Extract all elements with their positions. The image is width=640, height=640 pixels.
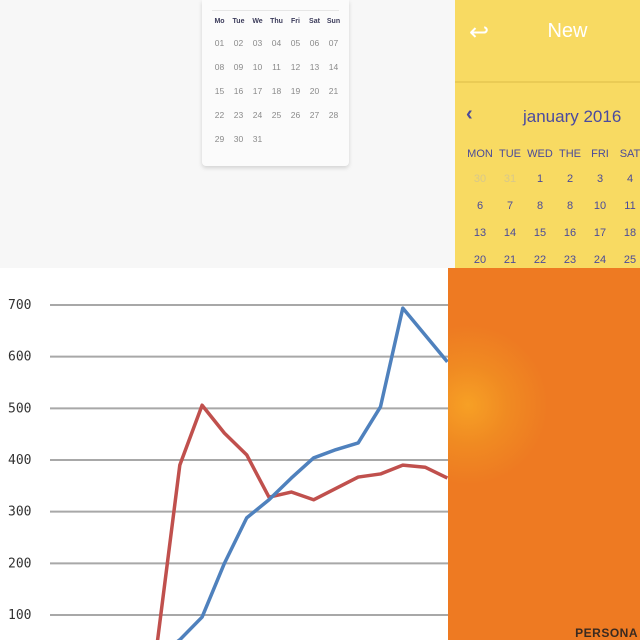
day-cell[interactable]: 21 xyxy=(495,254,525,268)
weekday-header: Sat xyxy=(309,18,320,25)
day-cell[interactable]: 8 xyxy=(525,200,555,227)
day-cell[interactable]: 1 xyxy=(525,173,555,200)
day-cell[interactable]: 08 xyxy=(210,62,229,86)
divider xyxy=(212,10,339,11)
day-cell[interactable]: 22 xyxy=(210,110,229,134)
day-cell[interactable]: 07 xyxy=(324,38,343,62)
y-tick-label: 500 xyxy=(8,401,31,416)
day-cell[interactable]: 11 xyxy=(615,200,640,227)
day-cell[interactable]: 02 xyxy=(229,38,248,62)
series-line-1 xyxy=(176,306,448,640)
day-cell[interactable]: 01 xyxy=(210,38,229,62)
day-cell[interactable]: 17 xyxy=(248,86,267,110)
y-tick-label: 600 xyxy=(8,350,31,365)
day-cell[interactable]: 10 xyxy=(585,200,615,227)
day-cell[interactable]: 11 xyxy=(267,62,286,86)
weekday-header: Thu xyxy=(270,18,283,25)
day-cell[interactable]: 27 xyxy=(305,110,324,134)
day-cell[interactable]: 16 xyxy=(229,86,248,110)
weekday-header: We xyxy=(252,18,263,25)
day-cell[interactable]: 09 xyxy=(229,62,248,86)
day-cell[interactable]: 29 xyxy=(210,134,229,158)
day-cell[interactable]: 25 xyxy=(267,110,286,134)
weekday-header: THE xyxy=(559,148,581,160)
day-cell[interactable]: 16 xyxy=(555,227,585,254)
day-cell[interactable]: 28 xyxy=(324,110,343,134)
day-cell[interactable]: 04 xyxy=(267,38,286,62)
day-cell[interactable]: 25 xyxy=(615,254,640,268)
day-cell[interactable]: 10 xyxy=(248,62,267,86)
background-panel: Mo Tue We Thu Fri Sat Sun 01 02 03 04 05 06 07 08 09 10 1… xyxy=(0,0,455,268)
weekday-header: Fri xyxy=(291,18,300,25)
yellow-calendar: ↩ New ‹ january 2016 MON TUE WED THE FRI SAT 3… xyxy=(455,0,640,268)
mini-calendar: Mo Tue We Thu Fri Sat Sun 01 02 03 04 05 06 07 08 09 10 1… xyxy=(202,0,349,166)
weekday-header: Tue xyxy=(232,18,245,25)
weekday-header: Mo xyxy=(214,18,225,25)
line-chart: 100 200 300 400 500 600 700 xyxy=(0,268,448,640)
weekday-header: FRI xyxy=(591,148,609,160)
brand-logo: PERSONA xyxy=(575,626,638,640)
day-cell[interactable]: 2 xyxy=(555,173,585,200)
day-cell[interactable]: 23 xyxy=(229,110,248,134)
day-cell[interactable]: 18 xyxy=(615,227,640,254)
day-cell[interactable]: 20 xyxy=(305,86,324,110)
day-cell[interactable]: 23 xyxy=(555,254,585,268)
header-title: New xyxy=(547,20,588,42)
day-cell[interactable]: 18 xyxy=(267,86,286,110)
day-cell[interactable]: 15 xyxy=(210,86,229,110)
day-cell[interactable]: 06 xyxy=(305,38,324,62)
day-cell[interactable]: 24 xyxy=(248,110,267,134)
day-cell[interactable]: 19 xyxy=(286,86,305,110)
y-tick-label: 400 xyxy=(8,453,31,468)
weekday-header: MON xyxy=(467,148,493,160)
day-cell[interactable]: 12 xyxy=(286,62,305,86)
day-cell[interactable]: 22 xyxy=(525,254,555,268)
day-cell[interactable]: 20 xyxy=(465,254,495,268)
y-tick-label: 300 xyxy=(8,505,31,520)
day-cell[interactable]: 14 xyxy=(495,227,525,254)
weekday-header: TUE xyxy=(499,148,521,160)
day-cell[interactable]: 30 xyxy=(465,173,495,200)
day-cell[interactable]: 03 xyxy=(248,38,267,62)
weekday-header: Sun xyxy=(326,18,341,25)
month-label: january 2016 xyxy=(523,107,622,126)
day-cell[interactable]: 31 xyxy=(495,173,525,200)
y-tick-label: 100 xyxy=(8,608,31,623)
weekday-header: SAT xyxy=(619,148,640,160)
day-cell[interactable]: 24 xyxy=(585,254,615,268)
orange-panel: PERSONA xyxy=(448,268,640,640)
day-cell[interactable]: 30 xyxy=(229,134,248,158)
day-cell[interactable]: 26 xyxy=(286,110,305,134)
y-tick-label: 200 xyxy=(8,556,31,571)
day-cell[interactable]: 6 xyxy=(465,200,495,227)
day-cell[interactable]: 21 xyxy=(324,86,343,110)
day-cell[interactable]: 15 xyxy=(525,227,555,254)
day-cell[interactable]: 05 xyxy=(286,38,305,62)
day-cell[interactable]: 4 xyxy=(615,173,640,200)
day-cell[interactable]: 13 xyxy=(465,227,495,254)
day-cell[interactable]: 3 xyxy=(585,173,615,200)
series-line-0 xyxy=(155,403,448,640)
day-cell[interactable]: 31 xyxy=(248,134,267,158)
weekday-header: WED xyxy=(527,148,553,160)
chevron-left-icon[interactable]: ‹ xyxy=(466,103,473,126)
day-cell[interactable]: 14 xyxy=(324,62,343,86)
day-cell[interactable]: 17 xyxy=(585,227,615,254)
day-cell[interactable]: 7 xyxy=(495,200,525,227)
app-header: ↩ New xyxy=(455,0,640,83)
day-cell[interactable]: 13 xyxy=(305,62,324,86)
day-cell[interactable]: 8 xyxy=(555,200,585,227)
y-tick-label: 700 xyxy=(8,298,31,313)
month-nav: ‹ january 2016 xyxy=(455,83,640,143)
